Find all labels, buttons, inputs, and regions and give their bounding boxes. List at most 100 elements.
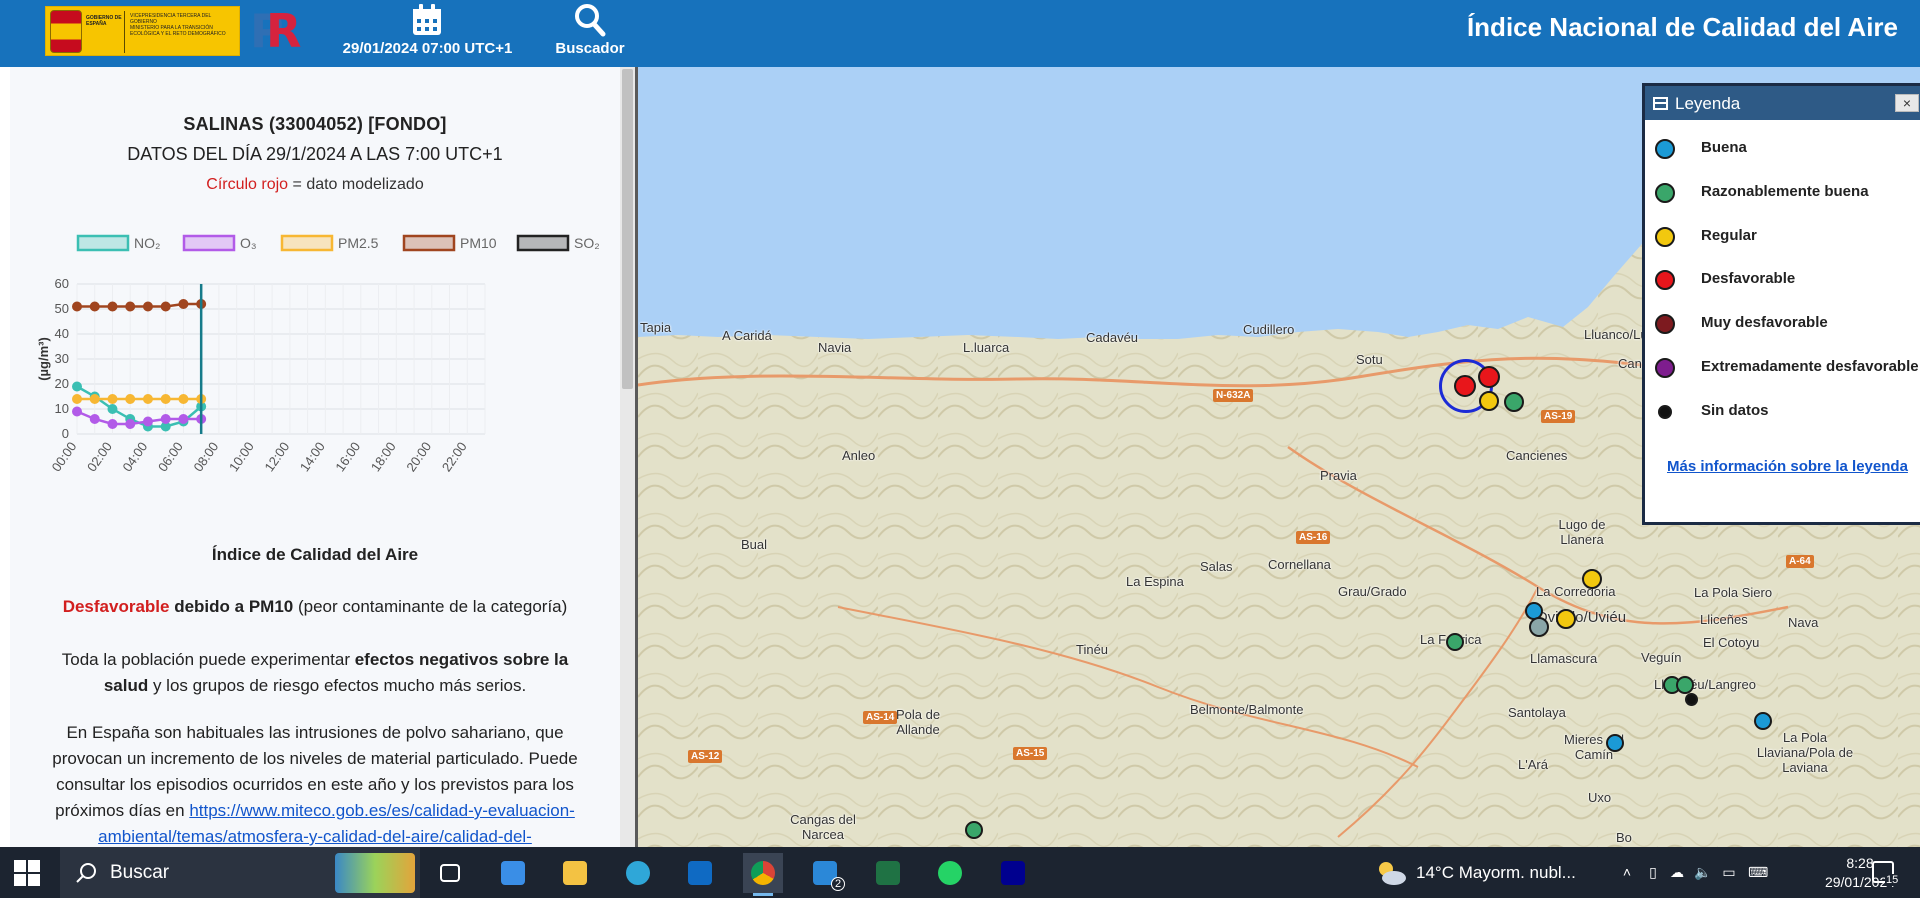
edge-icon[interactable] bbox=[618, 853, 658, 893]
station-marker[interactable] bbox=[1556, 609, 1576, 629]
y-tick-label: 60 bbox=[55, 276, 69, 291]
x-tick-label: 18:00 bbox=[368, 439, 399, 474]
chrome-icon[interactable] bbox=[743, 853, 783, 896]
y-tick-label: 10 bbox=[55, 401, 69, 416]
place-label: Anleo bbox=[842, 448, 876, 463]
legend-header: Leyenda × bbox=[1645, 86, 1920, 120]
place-label: Cangas del Narcea bbox=[790, 812, 856, 842]
task-view-icon[interactable] bbox=[430, 853, 470, 893]
table-icon bbox=[1653, 97, 1668, 110]
excel-icon[interactable] bbox=[868, 853, 908, 893]
axa-icon[interactable] bbox=[993, 853, 1033, 893]
keyboard-icon[interactable]: ⌨ bbox=[1748, 863, 1768, 881]
swatch-icon bbox=[1655, 358, 1675, 378]
station-marker[interactable] bbox=[1582, 569, 1602, 589]
legend-item-desfavorable: Desfavorable bbox=[1655, 264, 1920, 294]
place-label: Pravia bbox=[1320, 468, 1357, 483]
data-day-label: DATOS DEL DÍA 29/1/2024 A LAS 7:00 UTC+1 bbox=[127, 144, 503, 164]
weather-widget[interactable]: 14°C Mayorm. nubl... bbox=[1370, 847, 1590, 898]
ministry-logo-text: VICEPRESIDENCIA TERCERA DEL GOBIERNO MIN… bbox=[130, 13, 226, 37]
search-button[interactable]: Buscador bbox=[550, 0, 630, 67]
station-title: SALINAS (33004052) [FONDO] bbox=[183, 114, 447, 134]
legend-swatch bbox=[280, 234, 334, 252]
station-marker-salinas[interactable] bbox=[1454, 375, 1476, 397]
pollutant-chart: 0 10 20 30 40 50 60 00:00 02:00 04:00 06:00 08:00 10… bbox=[36, 234, 600, 474]
station-marker[interactable] bbox=[1479, 391, 1499, 411]
cloud-icon[interactable]: ☁ bbox=[1668, 863, 1686, 881]
legend-info-link[interactable]: Más información sobre la leyenda bbox=[1667, 458, 1908, 475]
place-label: Uxo bbox=[1588, 790, 1612, 805]
road-label: AS-15 bbox=[1013, 747, 1048, 760]
search-highlight-image bbox=[335, 853, 415, 893]
date-selector-button[interactable]: 29/01/2024 07:00 UTC+1 bbox=[325, 0, 530, 67]
data-point bbox=[107, 419, 118, 429]
notification-count: 15 bbox=[1885, 874, 1900, 886]
station-marker[interactable] bbox=[1446, 633, 1464, 651]
aqi-status-word: Desfavorable bbox=[62, 597, 170, 616]
road-label: A-64 bbox=[1786, 555, 1814, 568]
station-marker[interactable] bbox=[965, 821, 983, 839]
y-tick-label: 50 bbox=[55, 301, 69, 316]
station-marker[interactable] bbox=[1606, 734, 1624, 752]
aqi-status-due: debido a PM10 bbox=[169, 597, 294, 616]
station-marker[interactable] bbox=[1529, 617, 1549, 637]
road-label: AS-12 bbox=[688, 750, 723, 763]
windows-start-icon[interactable] bbox=[14, 860, 40, 886]
page-title: Índice Nacional de Calidad del Aire bbox=[1466, 12, 1898, 42]
x-tick-label: 08:00 bbox=[190, 439, 221, 474]
scrollbar-thumb[interactable] bbox=[622, 69, 633, 389]
legend-item-razonablemente-buena: Razonablemente buena bbox=[1655, 177, 1920, 207]
x-tick-label: 06:00 bbox=[155, 439, 186, 474]
data-point bbox=[107, 394, 118, 404]
road-label: AS-19 bbox=[1541, 410, 1576, 423]
data-point bbox=[72, 301, 82, 312]
header-bar: GOBIERNO DE ESPAÑA VICEPRESIDENCIA TERCE… bbox=[0, 0, 1920, 67]
device-icon[interactable]: ▯ bbox=[1644, 863, 1662, 881]
app-window: GOBIERNO DE ESPAÑA VICEPRESIDENCIA TERCE… bbox=[0, 0, 1920, 898]
volume-icon[interactable]: 🔈 bbox=[1694, 863, 1712, 881]
data-point bbox=[160, 301, 171, 312]
place-label: Veguín bbox=[1641, 650, 1682, 665]
file-explorer-icon[interactable] bbox=[555, 853, 595, 893]
station-marker[interactable] bbox=[1478, 366, 1500, 388]
coat-of-arms-icon bbox=[50, 10, 82, 53]
x-tick-label: 22:00 bbox=[439, 439, 470, 474]
data-point bbox=[72, 394, 82, 404]
y-axis-label: (µg/m³) bbox=[36, 337, 51, 381]
x-tick-label: 20:00 bbox=[403, 439, 434, 474]
data-point bbox=[72, 406, 82, 417]
station-marker[interactable] bbox=[1754, 712, 1772, 730]
place-label: Llamascura bbox=[1530, 651, 1598, 666]
data-point bbox=[142, 416, 153, 427]
store-icon[interactable] bbox=[493, 853, 533, 893]
system-tray: 14°C Mayorm. nubl... ˄ ▯ ☁ 🔈 ▭ ⌨ 8:28 29… bbox=[1370, 847, 1920, 898]
legend-close-button[interactable]: × bbox=[1895, 94, 1919, 112]
panel-scrollbar[interactable] bbox=[620, 67, 635, 847]
network-icon[interactable]: ▭ bbox=[1720, 863, 1738, 881]
outlook-icon[interactable] bbox=[680, 853, 720, 893]
health-effects-text: Toda la población puede experimentar efe… bbox=[61, 650, 569, 695]
station-info-panel: SALINAS (33004052) [FONDO] DATOS DEL DÍA… bbox=[10, 67, 620, 847]
station-marker[interactable] bbox=[1685, 693, 1698, 706]
place-label: Belmonte/Balmonte bbox=[1190, 702, 1304, 717]
station-marker[interactable] bbox=[1676, 676, 1694, 694]
taskbar-search-box[interactable]: Buscar bbox=[60, 847, 420, 898]
legend-label: SO₂ bbox=[574, 235, 600, 251]
data-point bbox=[142, 394, 153, 404]
station-marker[interactable] bbox=[1504, 392, 1524, 412]
calendar-icon bbox=[325, 0, 530, 40]
mail-icon[interactable]: 2 bbox=[805, 853, 846, 893]
place-label: Bual bbox=[741, 537, 768, 552]
place-label: La Pola Llaviana/Pola de Laviana bbox=[1756, 730, 1854, 775]
search-label: Buscador bbox=[555, 40, 625, 57]
chevron-up-icon[interactable]: ˄ bbox=[1618, 863, 1636, 881]
y-tick-label: 30 bbox=[55, 351, 69, 366]
road-label: AS-16 bbox=[1296, 531, 1331, 544]
swatch-icon bbox=[1655, 270, 1675, 290]
place-label: La Pola Siero bbox=[1694, 585, 1773, 600]
data-point bbox=[178, 394, 189, 404]
whatsapp-icon[interactable] bbox=[930, 853, 970, 893]
y-tick-label: 0 bbox=[62, 426, 69, 441]
legend-label: PM2.5 bbox=[338, 235, 379, 251]
place-label: Salas bbox=[1200, 559, 1233, 574]
